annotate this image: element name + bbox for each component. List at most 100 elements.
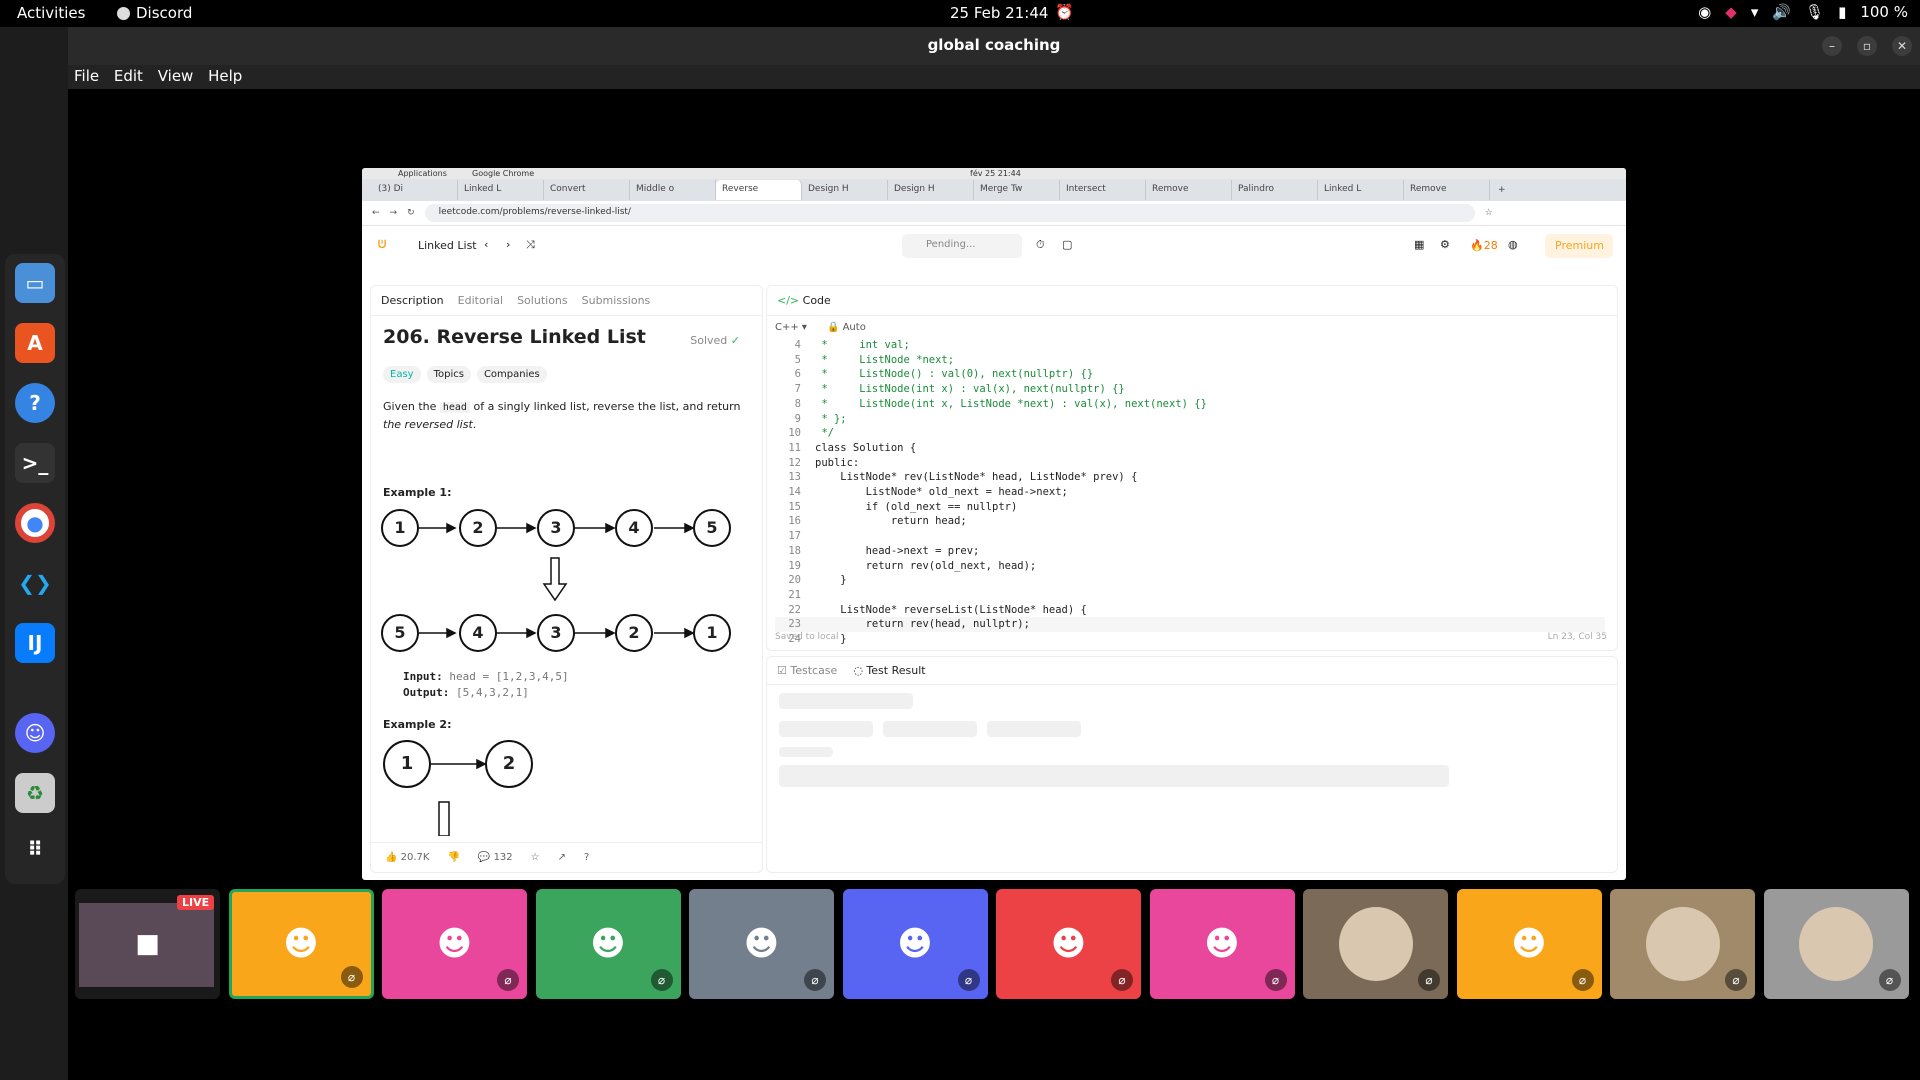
code-line[interactable]: 6 * ListNode() : val(0), next(nullptr) {… [775,367,1605,382]
code-line[interactable]: 13 ListNode* rev(ListNode* head, ListNod… [775,470,1605,485]
participant-tile[interactable]: ☻ ⌀ [1456,889,1602,999]
trash-icon[interactable]: ♻ [15,773,55,813]
code-line[interactable]: 19 return rev(old_next, head); [775,559,1605,574]
participant-tile[interactable]: ⌀ [1763,889,1909,999]
timer-icon[interactable]: ⏱ [1036,238,1045,252]
next-problem-icon[interactable]: › [506,238,510,251]
menu-view[interactable]: View [158,67,194,85]
tab-testcase[interactable]: ☑ Testcase [777,664,837,677]
code-line[interactable]: 11 class Solution { [775,441,1605,456]
reload-icon[interactable]: ↻ [407,208,415,218]
close-button[interactable]: ✕ [1892,36,1912,56]
browser-tab[interactable]: Palindro [1232,180,1318,200]
help-icon[interactable]: ? [15,383,55,423]
streak-counter[interactable]: 🔥28 [1470,239,1498,252]
code-line[interactable]: 22 ListNode* reverseList(ListNode* head)… [775,603,1605,618]
screen-share-tile[interactable]: ■ LIVE [75,889,220,999]
new-tab-icon[interactable]: + [1498,185,1506,195]
maximize-button[interactable]: ▫ [1857,36,1877,56]
mic-icon[interactable]: 🎙 [1805,3,1824,21]
star-icon[interactable]: ☆ [531,852,540,863]
notes-icon[interactable]: ▢ [1062,238,1072,251]
code-line[interactable]: 5 * ListNode *next; [775,353,1605,368]
browser-tab-active[interactable]: Reverse [716,180,802,200]
system-tray[interactable]: ◉ ◆ ▾ 🔊 🎙 ▮ 100 % [1698,3,1908,21]
terminal-icon[interactable]: >_ [15,443,55,483]
browser-tab[interactable]: Design H [888,180,974,200]
discord-dock-icon[interactable]: ☺ [15,713,55,753]
wifi-icon[interactable]: ▾ [1751,3,1759,21]
browser-tab[interactable]: Remove [1146,180,1232,200]
prev-problem-icon[interactable]: ‹ [484,238,488,251]
code-line[interactable]: 24 } [775,632,1605,647]
comments-button[interactable]: 💬 132 [478,852,513,863]
browser-tab[interactable]: Merge Tw [974,180,1060,200]
code-line[interactable]: 14 ListNode* old_next = head->next; [775,485,1605,500]
participant-tile[interactable]: ☻ ⌀ [996,889,1141,999]
dislike-icon[interactable]: 👎 [447,852,459,863]
window-title-bar[interactable]: global coaching – ▫ ✕ [68,27,1920,65]
chrome-icon[interactable]: ● [15,503,55,543]
forward-icon[interactable]: → [390,208,398,218]
tab-test-result[interactable]: ◌ Test Result [853,664,925,677]
leetcode-logo-icon[interactable]: ᕫ [378,238,386,252]
code-line[interactable]: 7 * ListNode(int x) : val(x), next(nullp… [775,382,1605,397]
tab-description[interactable]: Description [381,294,444,307]
screen-share-view[interactable]: Applications Google Chrome fév 25 21:44 … [362,168,1626,880]
browser-tab[interactable]: (3) Di [372,180,458,200]
browser-tab[interactable]: Intersect [1060,180,1146,200]
code-line[interactable]: 16 return head; [775,514,1605,529]
intellij-icon[interactable]: IJ [15,623,55,663]
companies-button[interactable]: Companies [476,366,547,383]
code-line[interactable]: 21 [775,588,1605,603]
submit-pending-button[interactable]: Pending... [902,234,1022,258]
menu-edit[interactable]: Edit [114,67,143,85]
activities-button[interactable]: Activities [17,4,85,22]
menu-help[interactable]: Help [208,67,242,85]
tab-submissions[interactable]: Submissions [582,294,651,307]
participant-tile[interactable]: ⌀ [1303,889,1448,999]
code-editor[interactable]: 4 * int val; 5 * ListNode *next; 6 * ListN… [775,338,1605,647]
participant-tile[interactable]: ☻ ⌀ [382,889,527,999]
participant-tile[interactable]: ☻ ⌀ [1149,889,1295,999]
url-field[interactable]: leetcode.com/problems/reverse-linked-lis… [424,204,1475,222]
focused-app-menu[interactable]: Discord [117,4,192,22]
browser-tab[interactable]: Design H [802,180,888,200]
files-icon[interactable]: ▭ [15,263,55,303]
code-line[interactable]: 4 * int val; [775,338,1605,353]
participant-tile[interactable]: ⌀ [1610,889,1755,999]
menu-file[interactable]: File [74,67,99,85]
bookmark-star-icon[interactable]: ☆ [1485,208,1493,218]
code-line[interactable]: 15 if (old_next == nullptr) [775,500,1605,515]
back-icon[interactable]: ← [372,208,380,218]
app-center-icon[interactable]: A [15,323,55,363]
discord-tray-icon[interactable]: ◉ [1698,3,1711,21]
minimize-button[interactable]: – [1822,36,1842,56]
share-icon[interactable]: ↗ [558,852,566,863]
tab-solutions[interactable]: Solutions [517,294,568,307]
show-apps-icon[interactable]: ⠿ [15,829,55,869]
browser-tab[interactable]: Remove [1404,180,1490,200]
like-button[interactable]: 👍 20.7K [385,852,429,863]
topics-button[interactable]: Topics [426,366,471,383]
settings-gear-icon[interactable]: ⚙ [1440,238,1450,251]
participant-tile[interactable]: ☻ ⌀ [535,889,681,999]
layout-icon[interactable]: ▦ [1414,238,1424,251]
code-line[interactable]: 20 } [775,573,1605,588]
browser-tab[interactable]: Linked L [1318,180,1404,200]
help-circle-icon[interactable]: ? [584,852,589,863]
auto-mode[interactable]: 🔒 Auto [827,322,866,333]
app-tray-icon[interactable]: ◆ [1725,3,1737,21]
avatar[interactable]: ◍ [1508,238,1518,251]
language-select[interactable]: C++ ▾ [775,322,807,333]
browser-tab[interactable]: Linked L [458,180,544,200]
code-line[interactable]: 23 return rev(head, nullptr); [775,617,1605,633]
vscode-icon[interactable]: ❮❯ [15,563,55,603]
battery-icon[interactable]: ▮ [1838,3,1846,21]
problem-list-link[interactable]: Linked List [418,239,477,252]
tab-editorial[interactable]: Editorial [458,294,503,307]
volume-icon[interactable]: 🔊 [1772,3,1791,21]
clock[interactable]: 25 Feb 21:44 [950,4,1048,22]
participant-tile[interactable]: ☻ ⌀ [842,889,988,999]
code-line[interactable]: 17 [775,529,1605,544]
